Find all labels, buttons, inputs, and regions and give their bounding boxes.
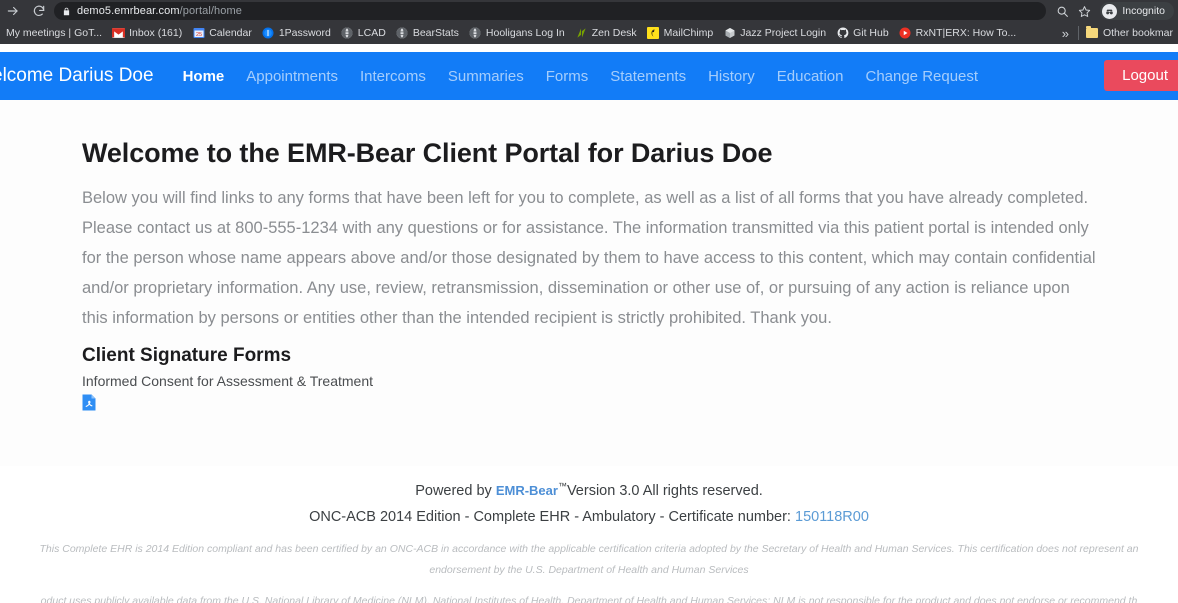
onepassword-icon	[262, 27, 275, 40]
forward-arrow-icon[interactable]	[0, 1, 26, 21]
incognito-label: Incognito	[1122, 5, 1165, 17]
url-path: /portal/home	[179, 5, 242, 17]
bookmark-inbox[interactable]: Inbox (161)	[107, 24, 187, 42]
bookmark-lcad[interactable]: LCAD	[336, 24, 391, 42]
folder-icon	[1086, 26, 1099, 40]
bookmarks-bar: My meetings | GoT... Inbox (161) 25 Cale…	[0, 22, 1178, 44]
bookmark-label: My meetings | GoT...	[6, 27, 103, 39]
bookmark-label: 1Password	[278, 27, 331, 39]
app-navbar: elcome Darius Doe Home Appointments Inte…	[0, 52, 1178, 100]
bookmark-label: Hooligans Log In	[485, 27, 565, 39]
pdf-file-icon[interactable]	[82, 394, 96, 411]
nav-item-summaries[interactable]: Summaries	[437, 68, 535, 85]
bookmark-my-meetings[interactable]: My meetings | GoT...	[0, 24, 107, 42]
nav-item-intercoms[interactable]: Intercoms	[349, 68, 437, 85]
list-item: Informed Consent for Assessment & Treatm…	[82, 373, 1098, 411]
certificate-prefix: ONC-ACB 2014 Edition - Complete EHR - Am…	[309, 508, 795, 525]
bookmark-label: Git Hub	[853, 27, 889, 39]
incognito-avatar-icon	[1102, 3, 1118, 19]
mailchimp-icon	[647, 27, 660, 40]
certificate-line: ONC-ACB 2014 Edition - Complete EHR - Am…	[0, 499, 1178, 525]
page-footer: Powered by EMR-Bear™Version 3.0 All righ…	[0, 466, 1178, 603]
nav-item-appointments[interactable]: Appointments	[235, 68, 349, 85]
bookmark-label: BearStats	[412, 27, 459, 39]
search-icon[interactable]	[1052, 2, 1072, 20]
form-name: Informed Consent for Assessment & Treatm…	[82, 373, 374, 389]
youtube-icon	[899, 27, 912, 40]
browser-toolbar: demo5.emrbear.com/portal/home Incognito	[0, 0, 1178, 22]
nav-item-education[interactable]: Education	[766, 68, 855, 85]
github-icon	[836, 27, 849, 40]
nav-item-history[interactable]: History	[697, 68, 766, 85]
bookmark-label: MailChimp	[663, 27, 714, 39]
page-title: Welcome to the EMR-Bear Client Portal fo…	[82, 138, 773, 168]
reload-icon[interactable]	[26, 1, 52, 21]
certificate-number-link[interactable]: 150118R00	[795, 509, 869, 525]
disclaimer-nlm: oduct uses publicly available data from …	[40, 594, 1138, 603]
star-icon[interactable]	[1074, 2, 1094, 20]
bookmark-jazz-project-login[interactable]: Jazz Project Login	[718, 24, 831, 42]
generic-page-icon	[0, 27, 2, 40]
bookmark-bearstats[interactable]: BearStats	[391, 24, 464, 42]
address-bar[interactable]: demo5.emrbear.com/portal/home	[54, 2, 1047, 20]
svg-text:25: 25	[196, 32, 202, 38]
trademark-symbol: ™	[557, 481, 567, 491]
calendar-icon: 25	[192, 27, 205, 40]
bookmarks-overflow-button[interactable]: »	[1055, 26, 1076, 41]
nav-item-forms[interactable]: Forms	[535, 68, 600, 85]
bookmark-label: Zen Desk	[591, 27, 637, 39]
gmail-icon	[112, 27, 126, 40]
url-domain: demo5.emrbear.com	[77, 5, 180, 17]
forms-list: Informed Consent for Assessment & Treatm…	[82, 373, 1098, 411]
zendesk-icon	[575, 27, 588, 40]
browser-window: demo5.emrbear.com/portal/home Incognito …	[0, 0, 1178, 603]
powered-by-line: Powered by EMR-Bear™Version 3.0 All righ…	[0, 466, 1178, 499]
globe-icon	[341, 27, 354, 40]
other-bookmarks-button[interactable]: Other bookmar	[1081, 24, 1178, 42]
url-text: demo5.emrbear.com/portal/home	[77, 5, 242, 17]
intro-paragraph: Below you will find links to any forms t…	[82, 189, 1096, 327]
bookmark-git-hub[interactable]: Git Hub	[831, 24, 894, 42]
bookmark-label: RxNT|ERX: How To...	[915, 27, 1017, 39]
bookmark-label: Calendar	[209, 27, 252, 39]
bookmark-hooligans-log-in[interactable]: Hooligans Log In	[464, 24, 570, 42]
globe-icon	[396, 27, 409, 40]
bookmark-mailchimp[interactable]: MailChimp	[642, 24, 719, 42]
version-text: Version 3.0 All rights reserved.	[566, 482, 763, 499]
cube-icon	[723, 27, 736, 40]
bookmark-zen-desk[interactable]: Zen Desk	[570, 24, 642, 42]
bookmark-label: LCAD	[357, 27, 386, 39]
nav-item-change-request[interactable]: Change Request	[854, 68, 989, 85]
disclaimer-onc-acb: This Complete EHR is 2014 Edition compli…	[39, 542, 1139, 576]
bookmarks-divider	[1077, 26, 1079, 40]
bookmark-label: Inbox (161)	[129, 27, 183, 39]
emr-bear-link[interactable]: EMR-Bear	[496, 483, 558, 498]
welcome-brand: elcome Darius Doe	[0, 65, 154, 86]
other-bookmarks-label: Other bookmar	[1102, 27, 1173, 39]
globe-icon	[469, 27, 482, 40]
bookmark-rxnt-erx-how-to[interactable]: RxNT|ERX: How To...	[894, 24, 1022, 42]
bookmark-calendar[interactable]: 25 Calendar	[187, 24, 257, 42]
powered-by-prefix: Powered by	[415, 482, 496, 499]
incognito-badge[interactable]: Incognito	[1100, 2, 1174, 20]
lock-icon	[62, 6, 71, 17]
nav-item-home[interactable]: Home	[172, 68, 236, 85]
main-content: Welcome to the EMR-Bear Client Portal fo…	[0, 100, 1178, 466]
logout-button[interactable]: Logout	[1104, 60, 1178, 91]
bookmark-1password[interactable]: 1Password	[257, 24, 336, 42]
bookmark-label: Jazz Project Login	[740, 27, 827, 39]
primary-nav: Home Appointments Intercoms Summaries Fo…	[172, 68, 990, 85]
section-title-client-signature-forms: Client Signature Forms	[82, 345, 292, 366]
nav-item-statements[interactable]: Statements	[599, 68, 697, 85]
